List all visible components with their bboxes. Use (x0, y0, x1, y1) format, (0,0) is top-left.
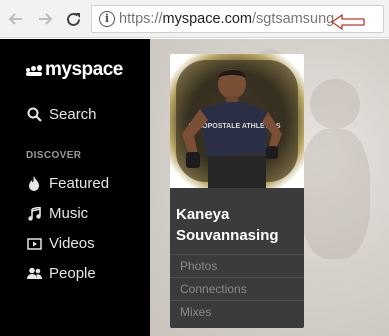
profile-photo-image: AEROPOSTALE ATHLETICS (170, 54, 304, 188)
reload-button[interactable] (63, 9, 83, 29)
url-path: /sgtsamsung (251, 11, 335, 27)
video-icon (26, 236, 42, 252)
sidebar-item-label: Featured (49, 175, 110, 192)
sidebar: myspace Search DISCOVER Featured Music V… (0, 39, 150, 336)
card-link-mixes[interactable]: Mixes (170, 300, 304, 323)
sidebar-item-search[interactable]: Search (26, 106, 97, 123)
card-link-photos[interactable]: Photos (170, 254, 304, 277)
forward-arrow-icon (39, 13, 53, 25)
browser-toolbar: i https://myspace.com/sgtsamsung (0, 0, 389, 38)
url-domain: myspace.com (162, 11, 252, 27)
search-icon (26, 107, 42, 123)
logo-text: myspace (45, 59, 123, 80)
forward-button[interactable] (35, 9, 55, 29)
logo-mark-icon (26, 65, 42, 76)
music-note-icon (26, 206, 42, 222)
sidebar-item-people[interactable]: People (26, 265, 96, 282)
profile-photo[interactable]: AEROPOSTALE ATHLETICS (170, 54, 304, 188)
sidebar-item-label: Videos (49, 235, 95, 252)
back-arrow-icon (8, 13, 22, 25)
myspace-page: myspace Search DISCOVER Featured Music V… (0, 39, 389, 336)
sidebar-item-featured[interactable]: Featured (26, 175, 109, 192)
reload-icon (66, 12, 80, 26)
discover-section-label: DISCOVER (26, 150, 82, 161)
profile-card: AEROPOSTALE ATHLETICS Kaneya Souvannasin… (170, 54, 304, 328)
url-scheme: https:// (119, 11, 163, 27)
flame-icon (26, 176, 42, 192)
sidebar-item-label: Search (49, 106, 97, 123)
sidebar-item-label: Music (49, 205, 89, 222)
sidebar-item-label: People (49, 265, 96, 282)
info-icon[interactable]: i (99, 11, 115, 27)
card-link-connections[interactable]: Connections (170, 277, 304, 300)
myspace-logo[interactable]: myspace (26, 59, 123, 81)
sidebar-item-music[interactable]: Music (26, 205, 88, 222)
sidebar-item-videos[interactable]: Videos (26, 235, 95, 252)
back-button[interactable] (6, 9, 26, 29)
annotation-arrow-icon (330, 14, 365, 30)
people-icon (26, 266, 42, 282)
url-text: https://myspace.com/sgtsamsung (119, 11, 334, 27)
profile-name[interactable]: Kaneya Souvannasing (176, 204, 300, 246)
